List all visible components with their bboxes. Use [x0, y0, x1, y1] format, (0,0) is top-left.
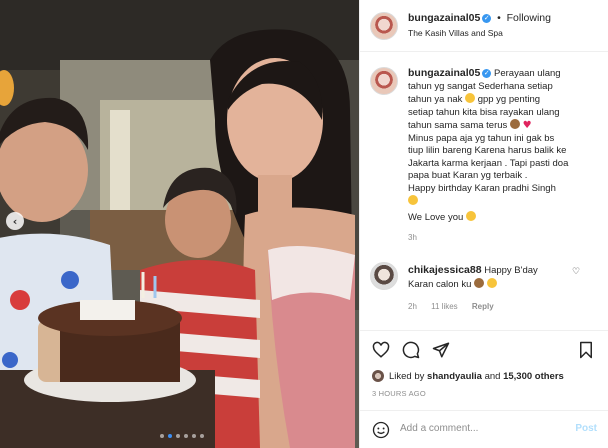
bookmark-icon[interactable] — [577, 341, 595, 359]
comment-text: Karan calon ku — [408, 278, 472, 290]
caption-text: Perayaan ulang — [494, 68, 561, 79]
comment-text: Happy B'day — [484, 265, 538, 276]
carousel-dot — [184, 434, 188, 438]
grinning-face-emoji-icon — [465, 93, 476, 103]
author-username[interactable]: bungazainal05 — [408, 12, 480, 24]
comment-meta: 2h 11 likes Reply — [408, 302, 494, 311]
carousel-dot — [192, 434, 196, 438]
comment-item: chikajessica88 Happy B'day Karan calon k… — [408, 264, 588, 291]
cake-emoji-icon — [474, 277, 485, 288]
commenter-avatar[interactable] — [370, 262, 398, 290]
caption-line: bungazainal05 ✓ Perayaan ulang — [408, 67, 600, 81]
following-button[interactable]: Following — [507, 12, 551, 24]
likes-others-count[interactable]: 15,300 others — [503, 371, 564, 382]
caption-line: papa buat Karan yg terbaik . — [408, 170, 528, 181]
author-avatar[interactable] — [370, 12, 398, 40]
liker-username[interactable]: shandyaulia — [427, 371, 482, 382]
carousel-dot — [200, 434, 204, 438]
carousel-dot — [160, 434, 164, 438]
liker-avatar[interactable] — [372, 370, 384, 382]
post-comment-button[interactable]: Post — [575, 423, 597, 434]
carousel-indicator — [160, 434, 204, 438]
emoji-smile-icon[interactable] — [372, 421, 390, 439]
carousel-dot-active — [168, 434, 172, 438]
post-location[interactable]: The Kasih Villas and Spa — [408, 28, 503, 38]
caption-text: gpp yg penting — [477, 94, 541, 105]
caption-text: We Love you — [408, 211, 464, 223]
cake-emoji-icon — [509, 119, 520, 129]
caption-line: We Love you — [408, 210, 600, 225]
caption-username[interactable]: bungazainal05 — [408, 67, 480, 79]
smiling-face-emoji-icon — [408, 195, 418, 205]
post-caption: bungazainal05 ✓ Perayaan ulang tahun yg s… — [408, 67, 600, 245]
caption-text: tahun sama sama terus — [408, 120, 508, 131]
share-paper-plane-icon[interactable] — [432, 341, 450, 359]
comment-bubble-icon[interactable] — [402, 341, 420, 359]
post-actions: Liked by shandyaulia and 15,300 others 3… — [360, 330, 608, 414]
add-comment-bar: Post — [360, 410, 608, 448]
post-header: bungazainal05 ✓ • Following The Kasih Vil… — [360, 0, 608, 52]
post-photo-illustration — [0, 0, 359, 448]
caption-line: Happy birthday Karan pradhi Singh — [408, 182, 556, 194]
caption-text: tahun ya nak — [408, 94, 463, 105]
carousel-dot — [176, 434, 180, 438]
caption-line: tahun yg sangat Sederhana setiap — [408, 80, 553, 92]
post-photo[interactable]: ‹ — [0, 0, 359, 448]
caption-line: tahun ya nak gpp yg penting — [408, 93, 600, 107]
blowing-kiss-emoji-icon — [465, 210, 476, 221]
caption-line: tiup lilin bareng Karena harus balik ke — [408, 145, 567, 156]
caption-line: Jakarta karma kerjaan . Tapi pasti doa — [408, 157, 569, 169]
red-heart-emoji-icon: ♥ — [522, 120, 532, 131]
commenter-username[interactable]: chikajessica88 — [408, 264, 482, 276]
action-icons — [372, 341, 450, 359]
comment-reply-button[interactable]: Reply — [472, 302, 494, 311]
like-heart-icon[interactable] — [372, 341, 390, 359]
caption-line: tahun sama sama terus ♥ — [408, 119, 600, 133]
comments-section[interactable]: bungazainal05 ✓ Perayaan ulang tahun yg s… — [360, 53, 608, 323]
comment-input[interactable] — [400, 423, 560, 434]
likes-prefix: Liked by — [389, 370, 425, 382]
likes-and: and — [484, 370, 501, 382]
verified-badge-icon: ✓ — [482, 68, 492, 78]
comment-like-heart-icon[interactable]: ♡ — [572, 267, 580, 277]
follow-separator: • — [497, 12, 501, 24]
caption-line: Minus papa aja yg tahun ini gak bs — [408, 132, 555, 144]
comment-likes[interactable]: 11 likes — [431, 302, 458, 311]
caption-line — [408, 195, 600, 209]
likes-summary: Liked by shandyaulia and 15,300 others — [372, 370, 564, 382]
verified-badge-icon: ✓ — [482, 13, 492, 23]
author-line: bungazainal05 ✓ • Following — [408, 12, 551, 24]
caption-line: setiap tahun kita bisa rayakan ulang — [408, 106, 560, 118]
post-timestamp[interactable]: 3 HOURS AGO — [372, 389, 426, 398]
smiling-face-emoji-icon — [486, 277, 497, 288]
post-details-panel: bungazainal05 ✓ • Following The Kasih Vil… — [359, 0, 608, 448]
caption-age[interactable]: 3h — [408, 232, 600, 245]
caption-author-avatar[interactable] — [370, 67, 398, 95]
comment-age[interactable]: 2h — [408, 302, 417, 311]
carousel-prev-button[interactable]: ‹ — [6, 212, 24, 230]
